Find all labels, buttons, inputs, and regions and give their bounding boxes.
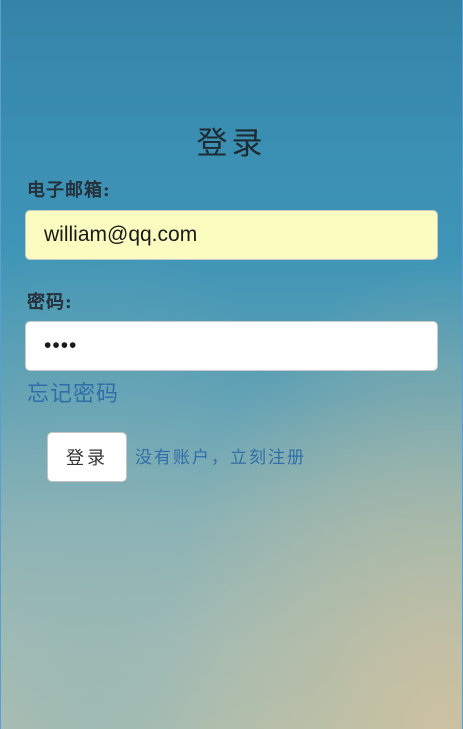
- email-field[interactable]: [25, 210, 438, 260]
- register-link[interactable]: 没有账户，立刻注册: [135, 443, 306, 468]
- email-label: 电子邮箱:: [27, 180, 111, 201]
- login-button[interactable]: 登录: [47, 432, 127, 482]
- password-field[interactable]: [25, 321, 438, 371]
- forgot-password-link[interactable]: 忘记密码: [27, 376, 119, 408]
- password-label: 密码:: [27, 292, 73, 313]
- page-title: 登录: [196, 126, 267, 162]
